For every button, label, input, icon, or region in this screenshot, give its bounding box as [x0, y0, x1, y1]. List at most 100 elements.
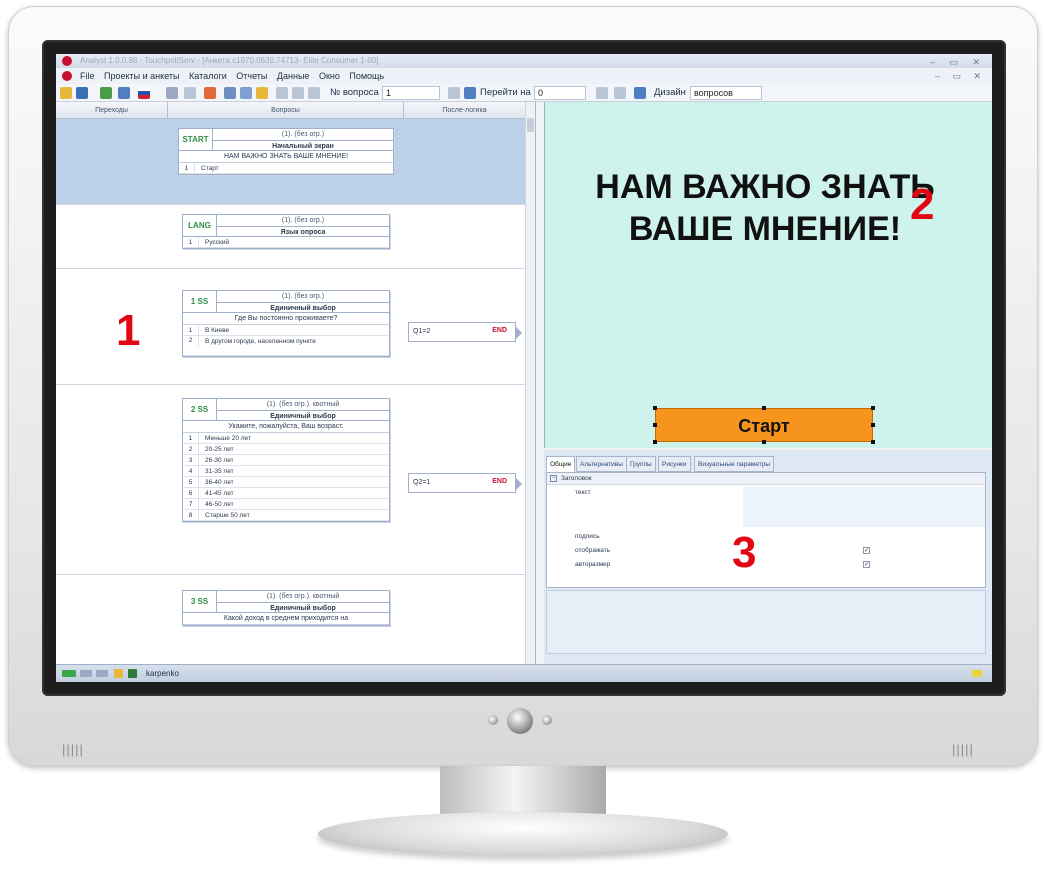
logic-condition: Q2=1: [413, 479, 431, 486]
display-checkbox[interactable]: ✓: [863, 547, 870, 554]
question-limit: (1). (без огр.): [281, 293, 325, 300]
tab-general[interactable]: Общие: [546, 456, 576, 472]
speaker-grille-right: |||||: [952, 742, 974, 757]
question-card-2[interactable]: 2 SS (1). (без огр.). квотный Единичный …: [182, 398, 390, 522]
menu-reports[interactable]: Отчеты: [236, 71, 267, 81]
resize-handle[interactable]: [871, 406, 875, 410]
insert-question-icon[interactable]: [204, 87, 216, 99]
option-label: 41-45 лет: [205, 490, 234, 497]
tab-alternatives[interactable]: Альтернативы: [576, 456, 627, 472]
option-number: 3: [183, 455, 199, 465]
folder-icon[interactable]: [256, 87, 268, 99]
export-icon[interactable]: [100, 87, 112, 99]
menu-file[interactable]: File: [80, 71, 95, 81]
find-icon[interactable]: [448, 87, 460, 99]
resize-grip-icon[interactable]: [972, 670, 982, 677]
tab-pictures[interactable]: Рисунки: [658, 456, 691, 472]
monitor-bezel: Analyst 1.0.0.88 - TouchpoltServ - [Анке…: [42, 40, 1006, 696]
open-folder-icon[interactable]: [60, 87, 72, 99]
start-button[interactable]: Старт: [655, 408, 873, 442]
option-number: 8: [183, 510, 199, 520]
resize-handle[interactable]: [871, 423, 875, 427]
option-number: 2: [183, 336, 199, 347]
property-value[interactable]: [743, 487, 985, 527]
window-controls[interactable]: – ▭ ✕: [930, 55, 986, 69]
resize-handle[interactable]: [871, 440, 875, 444]
question-card-lang[interactable]: LANG (1). (без огр.) Язык опроса 1 Русски…: [182, 214, 390, 249]
option-label: 31-35 лет: [205, 468, 234, 475]
logic-arrow-icon: [515, 477, 522, 491]
question-card-1[interactable]: 1 SS (1). (без огр.) Единичный выбор Где…: [182, 290, 390, 357]
import-icon[interactable]: [118, 87, 130, 99]
menu-catalogs[interactable]: Каталоги: [189, 71, 227, 81]
question-card-3[interactable]: 3 SS (1). (без огр.). квотный Единичный …: [182, 590, 390, 626]
resize-handle[interactable]: [762, 406, 766, 410]
resize-handle[interactable]: [762, 440, 766, 444]
property-row-autosize[interactable]: авторазмер ✓: [547, 559, 985, 571]
language-flag-icon[interactable]: [138, 87, 150, 99]
properties-panel: Общие Альтернативы Группы Рисунки Визуал…: [544, 450, 992, 664]
logic-rule-q2[interactable]: Q2=1 END: [408, 473, 522, 493]
indicator-icon: [96, 670, 108, 677]
menu-projects[interactable]: Проекты и анкеты: [104, 71, 179, 81]
design-select[interactable]: вопросов: [690, 86, 762, 100]
property-label: отображать: [575, 547, 611, 554]
option-number: 6: [183, 488, 199, 498]
region-number-1: 1: [116, 306, 141, 355]
app-menu-icon[interactable]: [62, 71, 72, 81]
list-icon[interactable]: [240, 87, 252, 99]
option-row: 1 В Киеве: [183, 325, 389, 336]
option-row: 1 Меньше 20 лет: [183, 433, 389, 444]
logic-rule-q1[interactable]: Q1=2 END: [408, 322, 522, 342]
property-row-display[interactable]: отображать ✓: [547, 545, 985, 557]
app-window: Analyst 1.0.0.88 - TouchpoltServ - [Анке…: [56, 54, 992, 682]
table-icon[interactable]: [224, 87, 236, 99]
logic-arrow-icon: [515, 326, 522, 340]
layout-icon[interactable]: [184, 87, 196, 99]
question-limit: (1). (без огр.). квотный: [266, 401, 340, 408]
questions-scrollbar[interactable]: [525, 102, 535, 664]
preview-icon[interactable]: [596, 87, 608, 99]
option-number: 1: [179, 163, 195, 173]
menu-help[interactable]: Помощь: [349, 71, 384, 81]
autosize-checkbox[interactable]: ✓: [863, 561, 870, 568]
collapse-icon[interactable]: −: [550, 475, 557, 482]
monitor-button-left[interactable]: [488, 715, 498, 725]
question-code: 2 SS: [183, 399, 217, 421]
col-header-after-logic[interactable]: После-логика: [404, 102, 526, 119]
view-icon[interactable]: [614, 87, 626, 99]
property-row-text[interactable]: текст: [547, 487, 985, 527]
property-row-caption[interactable]: подпись: [547, 531, 985, 543]
grid-icon[interactable]: [166, 87, 178, 99]
question-type: Единичный выбор: [217, 602, 389, 613]
mdi-window-controls[interactable]: – ▭ ✕: [935, 68, 986, 84]
paste-icon[interactable]: [292, 87, 304, 99]
option-number: 1: [183, 237, 199, 247]
scrollbar-thumb[interactable]: [527, 118, 534, 132]
save-icon[interactable]: [76, 87, 88, 99]
delete-icon[interactable]: [308, 87, 320, 99]
monitor-button-right[interactable]: [542, 715, 552, 725]
play-icon[interactable]: [634, 87, 646, 99]
resize-handle[interactable]: [653, 440, 657, 444]
resize-handle[interactable]: [653, 406, 657, 410]
power-button[interactable]: [507, 708, 533, 734]
region-number-2: 2: [910, 180, 935, 229]
connection-indicator-icon: [62, 670, 76, 677]
question-card-start[interactable]: START (1). (без огр.) Начальный экран НА…: [178, 128, 394, 175]
copy-icon[interactable]: [276, 87, 288, 99]
resize-handle[interactable]: [653, 423, 657, 427]
option-number: 2: [183, 444, 199, 454]
menu-window[interactable]: Окно: [319, 71, 340, 81]
option-number: 7: [183, 499, 199, 509]
question-number-field[interactable]: 1: [382, 86, 440, 100]
goto-icon[interactable]: [464, 87, 476, 99]
tab-groups[interactable]: Группы: [626, 456, 656, 472]
option-label: 36-40 лет: [205, 479, 234, 486]
menu-data[interactable]: Данные: [277, 71, 310, 81]
col-header-transitions[interactable]: Переходы: [56, 102, 168, 119]
goto-field[interactable]: 0: [534, 86, 586, 100]
col-header-questions[interactable]: Вопросы: [168, 102, 404, 119]
question-number-label: № вопроса: [330, 87, 379, 98]
tab-visual-params[interactable]: Визуальные параметры: [694, 456, 775, 472]
